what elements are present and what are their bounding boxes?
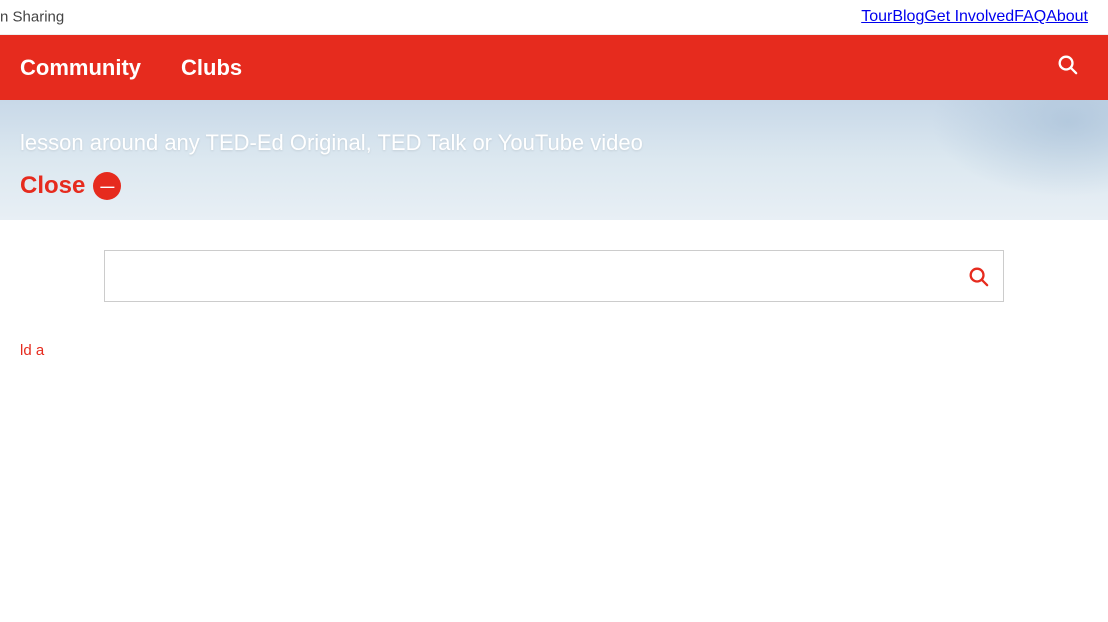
hero-bg-decoration <box>908 100 1108 210</box>
nav-clubs[interactable]: Clubs <box>181 55 242 81</box>
search-container <box>104 250 1004 302</box>
close-icon: — <box>93 172 121 200</box>
red-nav-links: Community Clubs <box>20 55 1046 81</box>
page-partial-title: n Sharing <box>0 9 64 26</box>
hero-section: lesson around any TED-Ed Original, TED T… <box>0 100 1108 220</box>
nav-link-faq[interactable]: FAQ <box>1014 8 1046 26</box>
search-section <box>0 220 1108 322</box>
content-area: ld a <box>0 322 1108 622</box>
search-submit-button[interactable] <box>953 251 1003 301</box>
nav-link-tour[interactable]: Tour <box>861 8 892 26</box>
top-nav: Tour Blog Get Involved FAQ About <box>0 0 1108 34</box>
top-bar: n Sharing Tour Blog Get Involved FAQ Abo… <box>0 0 1108 35</box>
search-icon <box>1056 53 1078 75</box>
red-navbar: Community Clubs <box>0 35 1108 100</box>
nav-community[interactable]: Community <box>20 55 141 81</box>
search-icon-button[interactable] <box>1046 48 1088 87</box>
nav-link-get-involved[interactable]: Get Involved <box>924 8 1014 26</box>
nav-link-about[interactable]: About <box>1046 8 1088 26</box>
close-button[interactable]: Close <box>20 172 85 200</box>
search-submit-icon <box>967 265 989 287</box>
content-partial-text: ld a <box>20 342 44 359</box>
nav-link-blog[interactable]: Blog <box>892 8 924 26</box>
search-input[interactable] <box>105 251 1003 301</box>
